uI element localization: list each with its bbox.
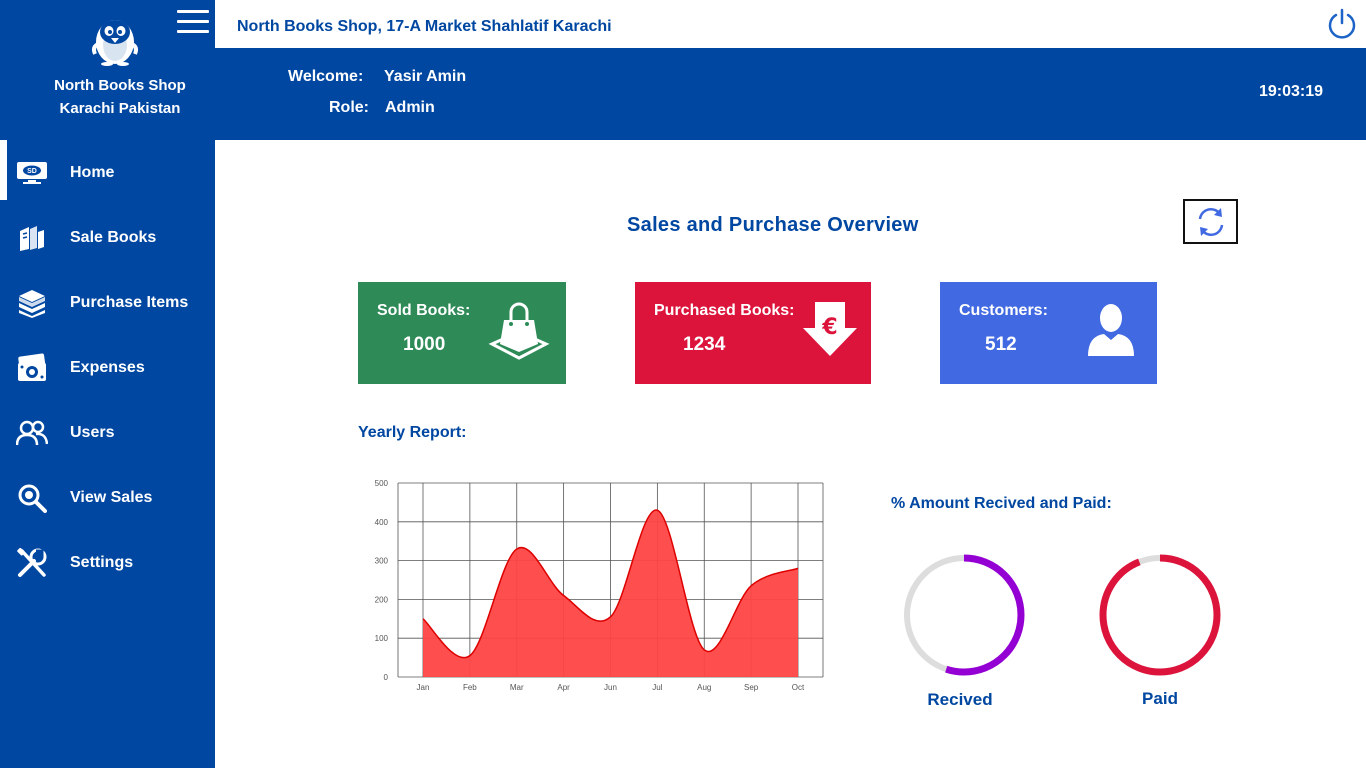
paid-progress-ring bbox=[1099, 554, 1221, 676]
ring-progress bbox=[1099, 554, 1221, 676]
card-label: Purchased Books: bbox=[654, 302, 795, 319]
percent-amount-label: % Amount Recived and Paid: bbox=[891, 495, 1112, 512]
y-tick-label: 500 bbox=[375, 479, 389, 488]
book-stack-icon bbox=[16, 287, 48, 319]
power-icon[interactable] bbox=[1326, 8, 1358, 40]
page-title: Sales and Purchase Overview bbox=[627, 214, 919, 236]
cash-icon bbox=[16, 352, 48, 384]
x-tick-label: Jun bbox=[604, 683, 617, 692]
penguin-logo-icon bbox=[92, 20, 138, 66]
sidebar-item-expenses[interactable]: Expenses bbox=[0, 335, 215, 400]
user-header: Welcome: Yasir Amin Role: Admin 19:03:19 bbox=[215, 48, 1366, 140]
role-value: Admin bbox=[385, 99, 435, 116]
card-label: Customers: bbox=[959, 302, 1048, 319]
tools-icon bbox=[16, 547, 48, 579]
y-tick-label: 0 bbox=[384, 673, 389, 682]
x-tick-label: Aug bbox=[697, 683, 711, 692]
sidebar-item-label: Home bbox=[70, 163, 115, 181]
shop-location: Karachi Pakistan bbox=[59, 100, 181, 117]
home-screen-icon: SD bbox=[16, 157, 48, 189]
sidebar-item-label: Expenses bbox=[70, 358, 145, 376]
sidebar-item-users[interactable]: Users bbox=[0, 400, 215, 465]
search-icon bbox=[16, 482, 48, 514]
x-tick-label: Jan bbox=[417, 683, 430, 692]
customers-card: Customers: 512 bbox=[940, 282, 1157, 384]
y-tick-label: 300 bbox=[375, 557, 389, 566]
refresh-button[interactable] bbox=[1183, 199, 1238, 244]
sold-books-card: Sold Books: 1000 bbox=[358, 282, 566, 384]
refresh-icon bbox=[1198, 207, 1223, 236]
paid-ring-label: Paid bbox=[1142, 689, 1178, 708]
card-label: Sold Books: bbox=[377, 302, 471, 319]
shopping-bag-icon bbox=[488, 302, 550, 360]
purchased-books-card: Purchased Books: 1234 € bbox=[635, 282, 871, 384]
y-tick-label: 200 bbox=[375, 595, 389, 604]
yearly-report-chart: 0 100 200 300 400 500 Jan Feb Mar Apr Jun Jul Aug Sep… bbox=[375, 479, 824, 692]
sidebar-item-label: View Sales bbox=[70, 488, 153, 506]
role-label: Role: bbox=[329, 99, 369, 116]
sidebar-item-label: Sale Books bbox=[70, 228, 157, 246]
svg-text:SD: SD bbox=[27, 168, 37, 175]
received-ring-label: Recived bbox=[927, 690, 993, 709]
sidebar-nav: SD Home Sale Books Purchase Items Expens… bbox=[0, 140, 215, 595]
user-icon bbox=[1088, 304, 1134, 356]
shop-name: North Books Shop bbox=[54, 77, 186, 94]
card-value: 1000 bbox=[403, 334, 446, 355]
euro-down-arrow-icon: € bbox=[803, 302, 857, 356]
welcome-user-name: Yasir Amin bbox=[384, 68, 467, 85]
x-tick-label: Jul bbox=[652, 683, 662, 692]
card-value: 512 bbox=[985, 334, 1017, 355]
svg-text:€: € bbox=[821, 315, 837, 340]
shop-address-title: North Books Shop, 17-A Market Shahlatif … bbox=[237, 18, 612, 35]
x-tick-label: Sep bbox=[744, 683, 759, 692]
clock: 19:03:19 bbox=[1258, 83, 1323, 100]
welcome-label: Welcome: bbox=[288, 68, 364, 85]
users-icon bbox=[16, 417, 48, 449]
books-icon bbox=[16, 222, 48, 254]
topbar: North Books Shop, 17-A Market Shahlatif … bbox=[215, 0, 1366, 48]
sidebar-item-label: Purchase Items bbox=[70, 293, 189, 311]
sidebar-item-purchase-items[interactable]: Purchase Items bbox=[0, 270, 215, 335]
yearly-report-label: Yearly Report: bbox=[358, 424, 467, 441]
sidebar-item-label: Settings bbox=[70, 553, 134, 571]
sidebar: North Books Shop Karachi Pakistan SD Hom… bbox=[0, 0, 215, 768]
sidebar-item-sale-books[interactable]: Sale Books bbox=[0, 205, 215, 270]
x-tick-label: Apr bbox=[557, 683, 570, 692]
y-tick-label: 100 bbox=[375, 634, 389, 643]
sidebar-item-home[interactable]: SD Home bbox=[0, 140, 215, 205]
y-tick-label: 400 bbox=[375, 518, 389, 527]
x-tick-label: Oct bbox=[792, 683, 805, 692]
sidebar-item-label: Users bbox=[70, 423, 115, 441]
sidebar-item-view-sales[interactable]: View Sales bbox=[0, 465, 215, 530]
received-progress-ring bbox=[903, 554, 1025, 676]
x-tick-label: Mar bbox=[510, 683, 524, 692]
sidebar-brand: North Books Shop Karachi Pakistan bbox=[0, 0, 215, 140]
card-value: 1234 bbox=[683, 334, 726, 355]
sidebar-item-settings[interactable]: Settings bbox=[0, 530, 215, 595]
hamburger-menu-icon[interactable] bbox=[177, 10, 209, 36]
x-tick-label: Feb bbox=[463, 683, 477, 692]
